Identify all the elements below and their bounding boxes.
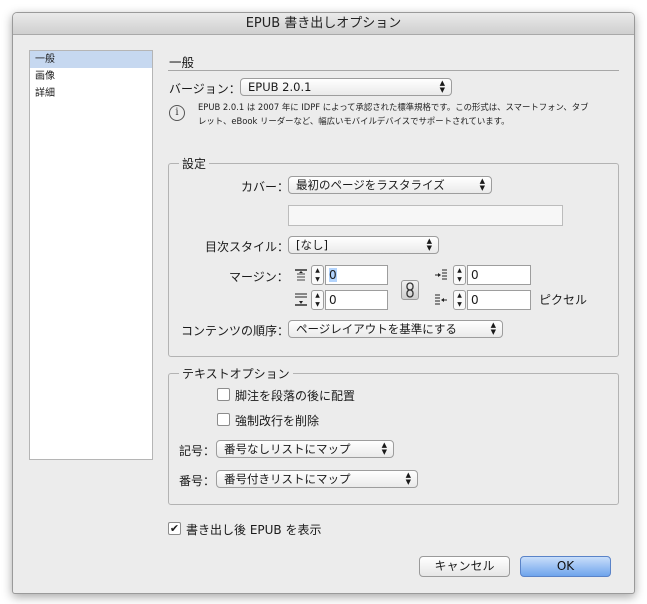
- settings-group-label: 設定: [179, 155, 210, 172]
- cover-label: カバー：: [241, 180, 290, 194]
- toc-style-label: 目次スタイル：: [205, 240, 290, 254]
- sidebar-item-advanced[interactable]: 詳細: [30, 85, 152, 102]
- popup-arrows-icon: ▲ ▼: [426, 237, 432, 252]
- text-options-group-label: テキストオプション: [179, 365, 293, 382]
- popup-arrows-icon: ▲ ▼: [405, 471, 411, 486]
- bullets-popup[interactable]: 番号なしリストにマップ ▲ ▼: [216, 440, 394, 458]
- margin-right-field[interactable]: 0: [467, 290, 531, 310]
- version-label: バージョン：: [169, 82, 241, 96]
- footnote-label: 脚注を段落の後に配置: [235, 389, 356, 403]
- cover-value: 最初のページをラスタライズ: [296, 178, 445, 192]
- margin-unit-label: ピクセル: [539, 293, 588, 307]
- content-order-popup[interactable]: ページレイアウトを基準にする ▲ ▼: [288, 320, 503, 338]
- popup-arrows-icon: ▲ ▼: [381, 441, 387, 456]
- remove-forced-breaks-checkbox[interactable]: [217, 413, 230, 426]
- ok-button[interactable]: OK: [520, 556, 611, 577]
- remove-forced-breaks-label: 強制改行を削除: [235, 414, 320, 428]
- view-after-export-checkbox[interactable]: ✔: [168, 522, 181, 535]
- margin-left-stepper[interactable]: ▲ ▼: [453, 265, 466, 285]
- category-sidebar: 一般 画像 詳細: [29, 50, 153, 460]
- margin-bottom-icon: [295, 293, 307, 306]
- margin-top-field[interactable]: 0: [325, 265, 388, 285]
- version-popup[interactable]: EPUB 2.0.1 ▲ ▼: [240, 78, 452, 96]
- epub-export-options-dialog: EPUB 書き出しオプション 一般 画像 詳細 一般 バージョン： EPUB 2…: [12, 12, 635, 594]
- margin-left-icon: [435, 269, 447, 280]
- toc-style-value: [なし]: [296, 238, 328, 252]
- margin-left-field[interactable]: 0: [467, 265, 531, 285]
- content-order-label: コンテンツの順序：: [181, 324, 290, 338]
- numbers-label: 番号：: [179, 474, 216, 488]
- margin-top-stepper[interactable]: ▲ ▼: [311, 265, 324, 285]
- version-info-text: EPUB 2.0.1 は 2007 年に IDPF によって承認された標準規格で…: [198, 100, 588, 128]
- footnote-checkbox[interactable]: [217, 388, 230, 401]
- popup-arrows-icon: ▲ ▼: [490, 321, 496, 336]
- chain-link-icon[interactable]: [401, 280, 419, 300]
- margin-top-icon: [295, 269, 307, 281]
- margin-bottom-stepper[interactable]: ▲ ▼: [311, 290, 324, 310]
- margin-bottom-field[interactable]: 0: [325, 290, 388, 310]
- popup-arrows-icon: ▲ ▼: [479, 177, 485, 192]
- info-icon: i: [169, 105, 185, 121]
- numbers-value: 番号付きリストにマップ: [224, 472, 351, 486]
- version-value: EPUB 2.0.1: [248, 80, 312, 94]
- info-line-2: レット、eBook リーダーなど、幅広いモバイルデバイスでサポートされています。: [198, 116, 510, 126]
- cover-popup[interactable]: 最初のページをラスタライズ ▲ ▼: [288, 176, 492, 194]
- margin-label: マージン：: [229, 270, 289, 284]
- sidebar-item-images[interactable]: 画像: [30, 68, 152, 85]
- section-divider: [168, 70, 619, 71]
- section-title-general: 一般: [169, 55, 195, 70]
- info-line-1: EPUB 2.0.1 は 2007 年に IDPF によって承認された標準規格で…: [198, 102, 589, 112]
- margin-right-stepper[interactable]: ▲ ▼: [453, 290, 466, 310]
- checkmark-icon: ✔: [169, 522, 180, 535]
- cover-image-path-field[interactable]: [288, 205, 563, 226]
- numbers-popup[interactable]: 番号付きリストにマップ ▲ ▼: [216, 470, 418, 488]
- sidebar-item-general[interactable]: 一般: [30, 51, 152, 68]
- title-bar: EPUB 書き出しオプション: [13, 13, 634, 35]
- margin-right-icon: [435, 294, 447, 305]
- toc-style-popup[interactable]: [なし] ▲ ▼: [288, 236, 439, 254]
- content-order-value: ページレイアウトを基準にする: [296, 322, 457, 336]
- bullets-value: 番号なしリストにマップ: [224, 442, 351, 456]
- bullets-label: 記号：: [179, 444, 216, 458]
- view-after-export-label: 書き出し後 EPUB を表示: [186, 523, 322, 537]
- popup-arrows-icon: ▲ ▼: [439, 79, 445, 94]
- cancel-button[interactable]: キャンセル: [419, 556, 510, 577]
